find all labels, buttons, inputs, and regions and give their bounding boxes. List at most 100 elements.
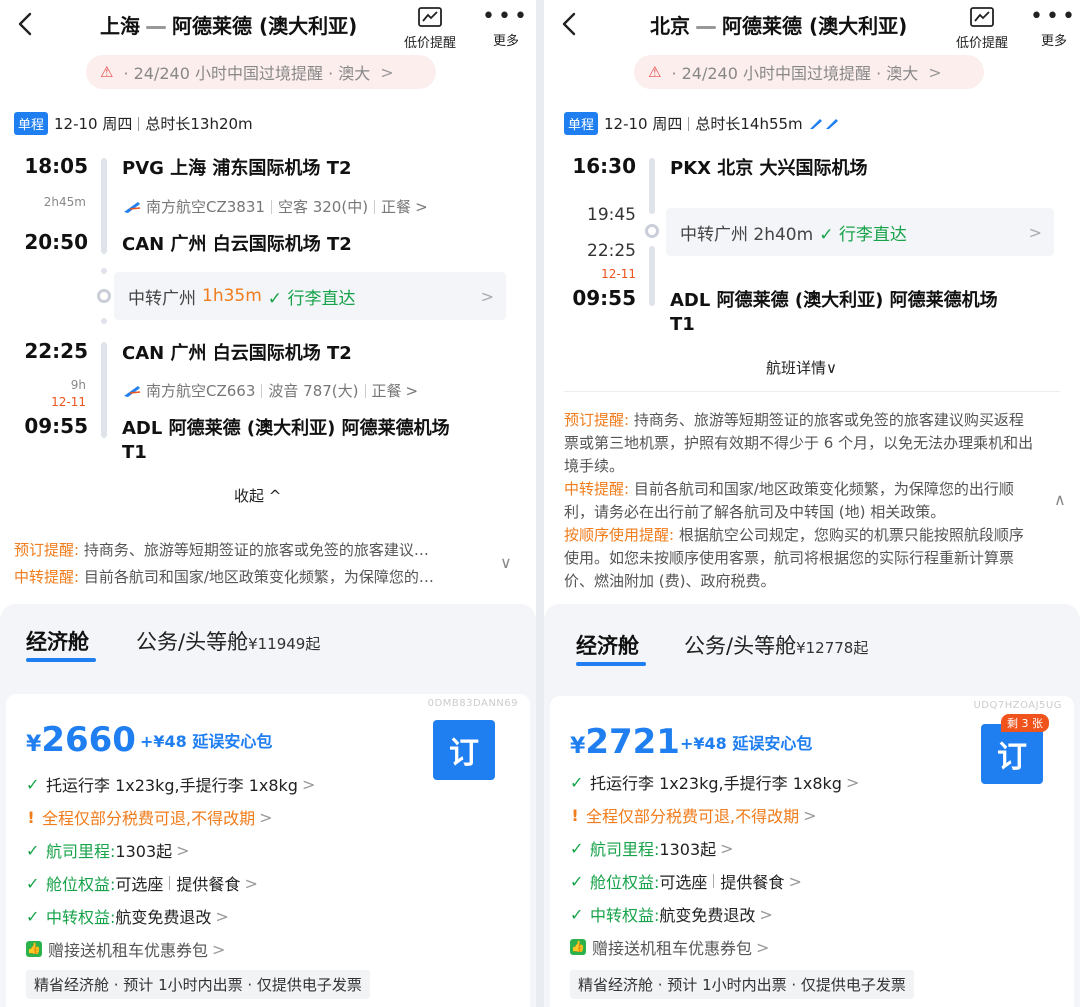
book-button[interactable]: 订 bbox=[433, 720, 495, 780]
trip-summary: 单程 12-10 周四 总时长13h20m bbox=[14, 112, 253, 135]
collapse-button[interactable]: 收起 ^ bbox=[234, 485, 281, 506]
check-icon: ✓ bbox=[26, 906, 40, 926]
exclamation-icon: ! bbox=[27, 807, 35, 827]
warning-icon: ⚠ bbox=[648, 63, 662, 81]
feature-text: 全程仅部分税费可退,不得改期 bbox=[42, 809, 256, 828]
transfer-notice: 中转提醒: 目前各航司和国家/地区政策变化频繁，为保障您的… bbox=[14, 566, 484, 589]
chevron-right-icon: > bbox=[480, 286, 494, 306]
delay-insurance-addon[interactable]: +¥48 延误安心包 bbox=[680, 730, 812, 754]
tab-economy[interactable]: 经济舱 bbox=[26, 626, 89, 656]
flight-details-button[interactable]: 航班详情∨ bbox=[766, 357, 837, 378]
baggage-feature[interactable]: ✓ 托运行李 1x23kg,手提行李 1x8kg > bbox=[570, 770, 859, 794]
low-price-label: 低价提醒 bbox=[956, 36, 1009, 51]
divider bbox=[688, 116, 690, 131]
fare-summary-tag: 精省经济舱 · 预计 1小时内出票 · 仅提供电子发票 bbox=[26, 970, 370, 999]
booking-notice: 预订提醒: 持商务、旅游等短期签证的旅客或免签的旅客建议… bbox=[14, 539, 484, 562]
feature-label: 航司里程: bbox=[590, 840, 660, 859]
mileage-feature[interactable]: ✓ 航司里程: 1303起 > bbox=[26, 838, 190, 862]
transfer-benefits-feature[interactable]: ✓ 中转权益: 航变免费退改 > bbox=[26, 904, 229, 928]
refund-policy-feature[interactable]: ! 全程仅部分税费可退,不得改期 > bbox=[26, 805, 272, 829]
airline-logo-icon bbox=[809, 118, 822, 129]
feature-text: 可选座 bbox=[659, 873, 708, 892]
arrival-terminal: T1 bbox=[670, 314, 695, 335]
cabin-benefits-feature[interactable]: ✓ 舱位权益: 可选座 提供餐食 > bbox=[26, 871, 258, 895]
transit-reminder-banner[interactable]: ⚠ · 24/240 小时中国过境提醒 · 澳大 > bbox=[86, 55, 436, 89]
chevron-right-icon: > bbox=[845, 772, 860, 792]
seg2-meal: 正餐 bbox=[371, 382, 402, 400]
feature-label: 中转权益: bbox=[590, 906, 660, 925]
transfer-info-box[interactable]: 中转广州 2h40m ✓ 行李直达 > bbox=[666, 208, 1054, 256]
more-button[interactable]: ••• 更多 bbox=[482, 6, 530, 50]
divider bbox=[138, 116, 140, 131]
chevron-right-icon: > bbox=[415, 197, 428, 216]
back-icon[interactable] bbox=[558, 10, 582, 38]
tab-active-underline bbox=[576, 662, 646, 666]
transfer-ring-icon bbox=[97, 289, 111, 303]
feature-text: 托运行李 1x23kg,手提行李 1x8kg bbox=[46, 776, 298, 795]
thumbs-up-icon: 👍 bbox=[26, 941, 42, 957]
feature-text: 1303起 bbox=[659, 840, 717, 859]
mileage-feature[interactable]: ✓ 航司里程: 1303起 > bbox=[570, 836, 734, 860]
transfer-notice: 中转提醒: 目前各航司和国家/地区政策变化频繁，为保障您的出行顺利，请务必在出行… bbox=[564, 478, 1034, 524]
seg2-aircraft: 波音 787(大) bbox=[268, 382, 359, 400]
tab-business-first[interactable]: 公务/头等舱¥12778起 bbox=[684, 630, 868, 660]
trip-type-tag: 单程 bbox=[14, 112, 49, 135]
chevron-right-icon: > bbox=[720, 838, 734, 858]
back-icon[interactable] bbox=[14, 10, 38, 38]
baggage-feature[interactable]: ✓ 托运行李 1x23kg,手提行李 1x8kg > bbox=[26, 772, 315, 796]
book-button[interactable]: 订 bbox=[981, 724, 1043, 784]
chevron-right-icon: > bbox=[803, 805, 817, 825]
chevron-right-icon: > bbox=[405, 381, 419, 400]
transfer-info-box[interactable]: 中转广州 1h35m ✓ 行李直达 > bbox=[114, 272, 506, 320]
feature-label: 航司里程: bbox=[46, 842, 116, 861]
expand-notices-chevron-icon[interactable]: ∨ bbox=[500, 553, 512, 572]
refund-policy-feature[interactable]: ! 全程仅部分税费可退,不得改期 > bbox=[570, 803, 817, 827]
chevron-right-icon: > bbox=[244, 873, 258, 893]
more-dots-icon: ••• bbox=[1030, 4, 1078, 29]
low-price-alert-button[interactable]: 低价提醒 bbox=[404, 6, 456, 51]
seg1-departure-time: 18:05 bbox=[24, 154, 88, 178]
sequence-notice: 按顺序使用提醒: 根据航空公司规定，您购买的机票只能按照航段顺序使用。如您未按顺… bbox=[564, 524, 1034, 593]
seg1-flight-info[interactable]: 南方航空CZ3831 空客 320(中) 正餐 > bbox=[122, 196, 428, 217]
airline-logo-icon bbox=[124, 385, 141, 397]
trip-date: 12-10 周四 bbox=[604, 115, 683, 133]
notice-label: 按顺序使用提醒: bbox=[564, 526, 675, 544]
transfer-departure-time: 22:25 bbox=[587, 241, 636, 261]
notice-label: 预订提醒: bbox=[564, 411, 630, 429]
tab-business-first[interactable]: 公务/头等舱¥11949起 bbox=[136, 626, 320, 656]
airline-logo-icon bbox=[124, 201, 141, 213]
route-title: 上海 阿德莱德 (澳大利亚) bbox=[100, 10, 357, 39]
notice-text: 目前各航司和国家/地区政策变化频繁，为保障您的出行顺利，请务必在出行前了解各航司… bbox=[564, 480, 1014, 521]
collapse-notices-chevron-icon[interactable]: ∧ bbox=[1054, 490, 1066, 509]
feature-text: 提供餐食 bbox=[720, 873, 785, 892]
tab-business-price: ¥12778起 bbox=[796, 639, 869, 657]
baggage-through-label: ✓ 行李直达 bbox=[819, 224, 907, 245]
check-icon: ✓ bbox=[570, 772, 584, 792]
transfer-benefits-feature[interactable]: ✓ 中转权益: 航变免费退改 > bbox=[570, 902, 773, 926]
transit-reminder-banner[interactable]: ⚠ · 24/240 小时中国过境提醒 · 澳大 > bbox=[634, 55, 984, 89]
cabin-benefits-feature[interactable]: ✓ 舱位权益: 可选座 提供餐食 > bbox=[570, 869, 802, 893]
tickets-left-badge: 剩 3 张 bbox=[1001, 714, 1049, 732]
tab-economy[interactable]: 经济舱 bbox=[576, 630, 639, 660]
arrival-airport: ADL 阿德莱德 (澳大利亚) 阿德莱德机场 bbox=[670, 290, 998, 311]
notice-label: 预订提醒: bbox=[14, 541, 80, 559]
low-price-alert-button[interactable]: 低价提醒 bbox=[956, 6, 1008, 51]
more-button[interactable]: ••• 更多 bbox=[1030, 4, 1078, 50]
departure-airport: PKX 北京 大兴国际机场 bbox=[670, 158, 868, 179]
day-shift: 12-11 bbox=[601, 267, 636, 281]
trip-type-tag: 单程 bbox=[564, 112, 599, 135]
feature-text: 1303起 bbox=[115, 842, 173, 861]
delay-insurance-addon[interactable]: +¥48 延误安心包 bbox=[140, 728, 272, 752]
seg2-flight-info[interactable]: 南方航空CZ663 波音 787(大) 正餐 > bbox=[122, 380, 418, 401]
price-trend-icon bbox=[970, 7, 994, 27]
booking-notice: 预订提醒: 持商务、旅游等短期签证的旅客或免签的旅客建议购买返程票或第三地机票，… bbox=[564, 409, 1034, 478]
trip-date: 12-10 周四 bbox=[54, 115, 133, 133]
chevron-right-icon: > bbox=[1028, 222, 1042, 242]
seg1-airline: 南方航空CZ3831 bbox=[146, 198, 265, 216]
fare-price: ¥2721 bbox=[570, 722, 680, 762]
feature-text: 提供餐食 bbox=[176, 875, 241, 894]
currency-symbol: ¥ bbox=[570, 734, 586, 759]
coupon-gift-feature[interactable]: 👍 赠接送机租车优惠券包 > bbox=[26, 937, 225, 961]
chevron-right-icon: > bbox=[756, 937, 770, 957]
coupon-gift-feature[interactable]: 👍 赠接送机租车优惠券包 > bbox=[570, 935, 769, 959]
